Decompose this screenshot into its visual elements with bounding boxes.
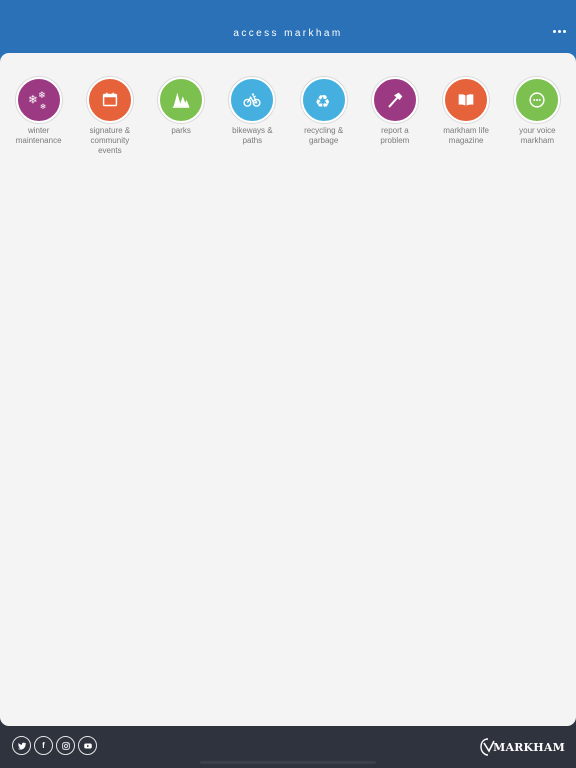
snowflake-icon: ❄ ❄ ❄ <box>28 90 46 111</box>
recycle-icon: ♻ <box>314 92 330 111</box>
svg-text:❄: ❄ <box>40 102 46 111</box>
service-tiles: ❄ ❄ ❄ winter maintenance signature & com… <box>3 77 573 156</box>
tile-label: parks <box>171 126 191 135</box>
tile-circle: ♻ <box>300 77 347 123</box>
svg-text:❄: ❄ <box>38 90 46 101</box>
tile-label: signature & community events <box>89 126 131 155</box>
tile-label: recycling & garbage <box>304 126 344 145</box>
more-horizontal-icon <box>552 29 556 33</box>
tile-label: markham life magazine <box>443 126 490 145</box>
svg-text:♻: ♻ <box>314 92 330 111</box>
main-content: ❄ ❄ ❄ winter maintenance signature & com… <box>0 53 576 726</box>
more-options-button[interactable] <box>548 22 570 40</box>
app-title: access markham <box>233 28 343 39</box>
svg-text:❄: ❄ <box>28 93 38 107</box>
trees-icon <box>172 92 190 108</box>
twitter-icon <box>17 742 26 750</box>
tile-parks[interactable]: parks <box>146 77 217 156</box>
instagram-icon <box>61 741 70 750</box>
tile-circle <box>371 77 418 123</box>
tile-label: bikeways & paths <box>232 126 273 145</box>
facebook-icon: f <box>42 741 45 750</box>
twitter-button[interactable] <box>12 736 31 755</box>
home-indicator <box>200 761 376 764</box>
tile-circle <box>86 77 133 123</box>
tile-circle <box>229 77 276 123</box>
tile-circle <box>443 77 490 123</box>
youtube-button[interactable] <box>78 736 97 755</box>
more-horizontal-icon <box>562 29 566 33</box>
hammer-icon <box>388 92 403 108</box>
tile-circle: ❄ ❄ ❄ <box>15 77 62 123</box>
instagram-button[interactable] <box>56 736 75 755</box>
speech-bubble-icon <box>529 92 545 108</box>
tile-label: winter maintenance <box>15 126 62 145</box>
markham-logo-mark-icon <box>480 738 495 756</box>
tile-report-a-problem[interactable]: report a problem <box>359 77 430 156</box>
logo-text: MARKHAM <box>493 740 565 754</box>
tile-signature-community-events[interactable]: signature & community events <box>74 77 145 156</box>
facebook-button[interactable]: f <box>34 736 53 755</box>
tile-circle <box>514 77 561 123</box>
more-horizontal-icon <box>557 29 561 33</box>
tile-bikeways-paths[interactable]: bikeways & paths <box>217 77 288 156</box>
tile-label: your voice markham <box>519 126 556 145</box>
book-icon <box>458 94 474 106</box>
markham-logo: MARKHAM <box>480 737 565 757</box>
tile-label: report a problem <box>380 126 410 145</box>
social-links: f <box>12 736 97 755</box>
bicycle-icon <box>243 93 261 107</box>
tile-recycling-garbage[interactable]: ♻ recycling & garbage <box>288 77 359 156</box>
tile-circle <box>158 77 205 123</box>
calendar-icon <box>102 92 118 107</box>
tile-markham-life-magazine[interactable]: markham life magazine <box>431 77 502 156</box>
youtube-icon <box>83 743 92 748</box>
tile-winter-maintenance[interactable]: ❄ ❄ ❄ winter maintenance <box>3 77 74 156</box>
tile-your-voice-markham[interactable]: your voice markham <box>502 77 573 156</box>
